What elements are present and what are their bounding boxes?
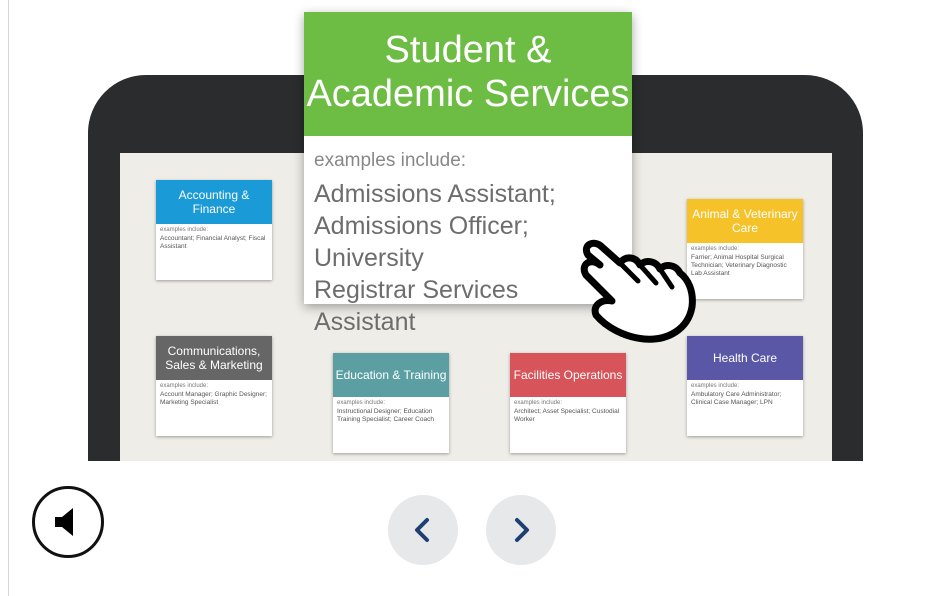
- card-education-training[interactable]: Education & Training examples include: I…: [333, 353, 449, 453]
- chevron-right-icon: [515, 518, 529, 542]
- card-title: Facilities Operations: [510, 353, 626, 397]
- card-examples: Ambulatory Care Administrator; Clinical …: [691, 391, 782, 406]
- card-examples: Farrier; Animal Hospital Surgical Techni…: [691, 254, 787, 277]
- card-facilities-operations[interactable]: Facilities Operations examples include: …: [510, 353, 626, 453]
- card-examples-label: examples include:: [160, 227, 209, 233]
- popup-title-line1: Student &: [384, 29, 552, 71]
- audio-button[interactable]: [32, 486, 104, 558]
- previous-button[interactable]: [388, 495, 458, 565]
- popup-title-line2: Academic Services: [306, 73, 630, 115]
- card-title: Animal & Veterinary Care: [687, 199, 803, 243]
- popup-header: Student & Academic Services: [304, 12, 632, 136]
- card-examples: Accountant; Financial Analyst; Fiscal As…: [160, 235, 266, 250]
- card-examples-label: examples include:: [691, 246, 740, 252]
- card-title: Health Care: [687, 336, 803, 380]
- card-examples: Account Manager; Graphic Designer; Marke…: [160, 391, 267, 406]
- next-button[interactable]: [486, 495, 556, 565]
- card-health-care[interactable]: Health Care examples include: Ambulatory…: [687, 336, 803, 436]
- card-examples-label: examples include:: [514, 400, 563, 406]
- card-examples-label: examples include:: [160, 383, 209, 389]
- card-communications-sales-marketing[interactable]: Communications, Sales & Marketing exampl…: [156, 336, 272, 436]
- popup-example-line1: Admissions Assistant;: [314, 180, 556, 208]
- card-title: Communications, Sales & Marketing: [156, 336, 272, 380]
- popup-examples-label: examples include:: [314, 150, 467, 171]
- left-border: [8, 0, 9, 596]
- card-title: Education & Training: [333, 353, 449, 397]
- card-accounting-finance[interactable]: Accounting & Finance examples include: A…: [156, 180, 272, 280]
- card-examples-label: examples include:: [691, 383, 740, 389]
- card-title: Accounting & Finance: [156, 180, 272, 224]
- card-examples: Architect; Asset Specialist; Custodial W…: [514, 408, 620, 423]
- speaker-icon: [55, 508, 73, 536]
- chevron-left-icon: [415, 518, 429, 542]
- hand-pointer-icon: [580, 239, 696, 343]
- screen-bottom-cutoff: [88, 461, 863, 501]
- card-animal-veterinary[interactable]: Animal & Veterinary Care examples includ…: [687, 199, 803, 299]
- card-examples-label: examples include:: [337, 400, 386, 406]
- card-examples: Instructional Designer; Education Traini…: [337, 408, 434, 423]
